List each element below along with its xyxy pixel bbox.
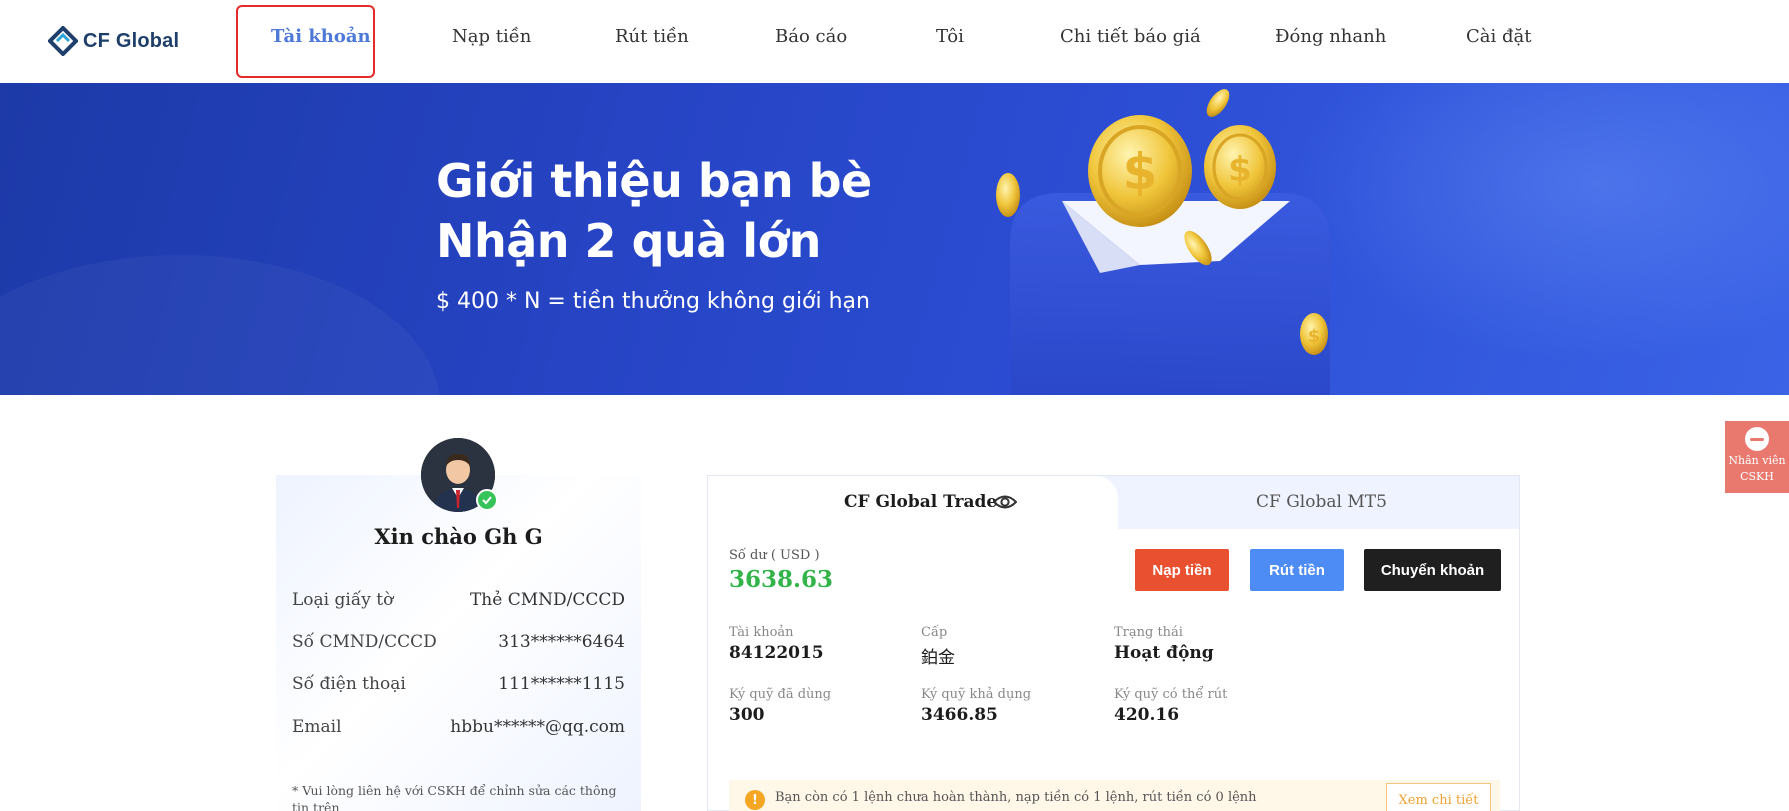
nav-item-quote-details[interactable]: Chi tiết báo giá (1060, 26, 1201, 47)
info-row-id-number: Số CMND/CCCD 313******6464 (292, 632, 625, 656)
info-row-id-type: Loại giấy tờ Thẻ CMND/CCCD (292, 590, 625, 614)
logo-icon (48, 26, 78, 56)
stat-label: Ký quỹ đã dùng (729, 687, 832, 702)
stat-account: Tài khoản 84122015 (729, 625, 909, 663)
stat-label: Trạng thái (1114, 625, 1183, 640)
view-details-button[interactable]: Xem chi tiết (1386, 783, 1491, 811)
nav-item-quick-close[interactable]: Đóng nhanh (1275, 26, 1386, 47)
top-nav: CF Global Tài khoản Nạp tiền Rút tiền Bá… (0, 0, 1789, 83)
profile-note: * Vui lòng liên hệ với CSKH để chỉnh sửa… (292, 783, 617, 811)
withdraw-button[interactable]: Rút tiền (1250, 549, 1344, 591)
chat-icon (1745, 427, 1769, 451)
warning-icon: ! (745, 790, 765, 810)
deposit-button[interactable]: Nạp tiền (1135, 549, 1229, 591)
balance-label: Số dư ( USD ) (729, 548, 820, 563)
banner-wave (0, 255, 440, 395)
nav-item-settings[interactable]: Cài đặt (1466, 26, 1531, 47)
support-label-line2: CSKH (1740, 470, 1774, 483)
info-key: Số điện thoại (292, 674, 406, 694)
stat-margin-withdrawable: Ký quỹ có thể rút 420.16 (1114, 687, 1294, 725)
tab-cf-global-mt5[interactable]: CF Global MT5 (1256, 492, 1387, 512)
banner-title-line1: Giới thiệu bạn bè (436, 154, 872, 208)
brand-name: CF Global (83, 29, 180, 52)
info-value: 111******1115 (498, 674, 625, 694)
stat-margin-used: Ký quỹ đã dùng 300 (729, 687, 909, 725)
account-tab-bar: CF Global Trade CF Global MT5 (708, 476, 1519, 529)
transfer-button[interactable]: Chuyển khoản (1364, 549, 1501, 591)
pending-orders-alert: ! Bạn còn có 1 lệnh chưa hoàn thành, nạp… (729, 780, 1500, 811)
promo-banner[interactable]: Giới thiệu bạn bè Nhận 2 quà lớn $ 400 *… (0, 83, 1789, 395)
stat-value: 鉑金 (921, 648, 955, 668)
support-label-line1: Nhân viên (1728, 454, 1786, 467)
stat-margin-available: Ký quỹ khả dụng 3466.85 (921, 687, 1101, 725)
stat-label: Ký quỹ có thể rút (1114, 687, 1228, 702)
eye-icon[interactable] (993, 492, 1017, 512)
stat-status: Trạng thái Hoạt động (1114, 625, 1294, 663)
stat-value: 3466.85 (921, 705, 998, 725)
stat-label: Cấp (921, 625, 948, 640)
stat-value: 84122015 (729, 643, 824, 663)
stat-label: Ký quỹ khả dụng (921, 687, 1032, 702)
svg-text:$: $ (1228, 150, 1252, 190)
info-key: Email (292, 717, 342, 737)
info-value: 313******6464 (498, 632, 625, 652)
account-panel: CF Global Trade CF Global MT5 Số dư ( US… (707, 475, 1520, 811)
banner-subtitle: $ 400 * N = tiền thưởng không giới hạn (436, 289, 870, 314)
info-value: Thẻ CMND/CCCD (469, 590, 625, 610)
info-row-phone: Số điện thoại 111******1115 (292, 674, 625, 698)
greeting: Xin chào Gh G (374, 524, 543, 549)
info-key: Loại giấy tờ (292, 590, 394, 610)
info-row-email: Email hbbu******@qq.com (292, 717, 625, 741)
stat-label: Tài khoản (729, 625, 794, 640)
stat-value: 420.16 (1114, 705, 1180, 725)
svg-text:$: $ (1308, 326, 1321, 347)
stat-level: Cấp 鉑金 (921, 625, 1101, 668)
nav-item-me[interactable]: Tôi (936, 26, 964, 47)
stat-value: 300 (729, 705, 765, 725)
customer-support-button[interactable]: Nhân viên CSKH (1725, 421, 1789, 493)
nav-item-report[interactable]: Báo cáo (775, 26, 847, 47)
alert-text: Bạn còn có 1 lệnh chưa hoàn thành, nạp t… (775, 790, 1257, 805)
nav-item-account[interactable]: Tài khoản (271, 26, 371, 47)
nav-item-withdraw[interactable]: Rút tiền (615, 26, 689, 47)
info-value: hbbu******@qq.com (450, 717, 625, 737)
banner-glow (1289, 83, 1789, 363)
info-key: Số CMND/CCCD (292, 632, 437, 652)
svg-text:$: $ (1123, 143, 1158, 201)
brand-logo[interactable]: CF Global (48, 25, 179, 57)
coin-icon: $ (1088, 115, 1192, 227)
coin-envelope-illustration: $ $ $ (996, 89, 1330, 395)
banner-title: Giới thiệu bạn bè Nhận 2 quà lớn (436, 151, 872, 271)
banner-title-line2: Nhận 2 quà lớn (436, 214, 821, 268)
stat-value: Hoạt động (1114, 643, 1214, 663)
nav-item-deposit[interactable]: Nạp tiền (452, 26, 531, 47)
tab-cf-global-trade-label[interactable]: CF Global Trade (844, 492, 997, 512)
balance-value: 3638.63 (729, 566, 834, 593)
verified-badge-icon (476, 489, 498, 511)
